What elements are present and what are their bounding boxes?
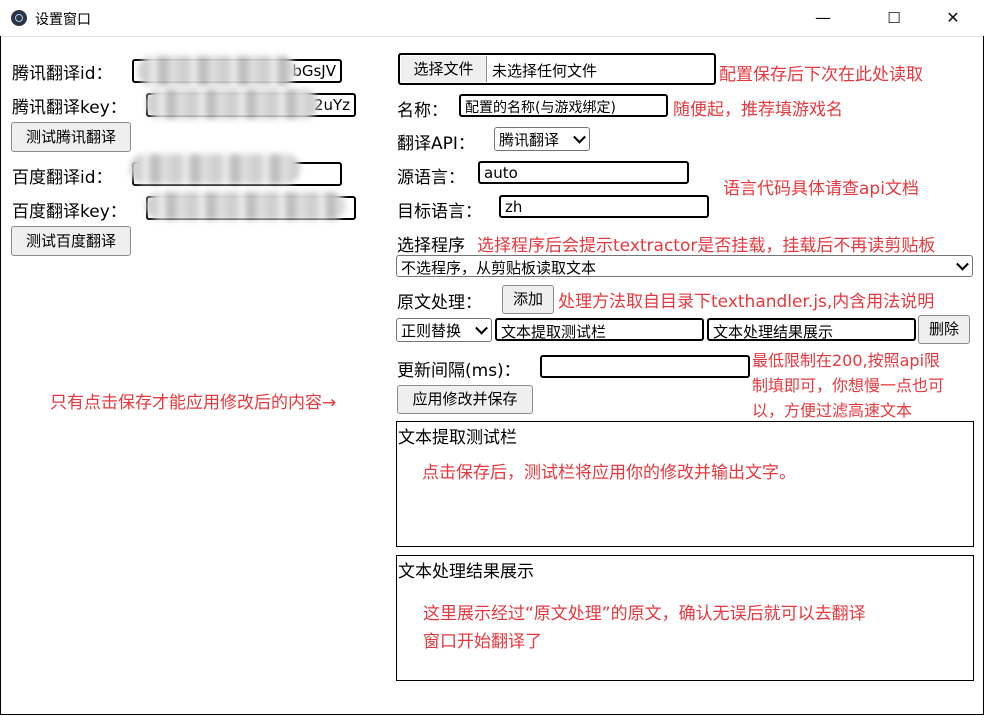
test-output-area[interactable]: 文本提取测试栏 点击保存后，测试栏将应用你的修改并输出文字。 bbox=[396, 421, 974, 547]
result-area-note-line-2: 窗口开始翻译了 bbox=[423, 632, 542, 652]
apply-save-button[interactable]: 应用修改并保存 bbox=[397, 385, 533, 414]
name-note: 随便起，推荐填游戏名 bbox=[673, 100, 843, 120]
close-button[interactable]: ✕ bbox=[930, 0, 976, 36]
test-tencent-button[interactable]: 测试腾讯翻译 bbox=[11, 122, 131, 152]
chevron-down-icon bbox=[475, 321, 488, 335]
redaction-blur bbox=[138, 56, 296, 86]
file-status: 未选择任何文件 bbox=[492, 62, 598, 80]
interval-label: 更新间隔(ms)： bbox=[397, 361, 521, 381]
baidu-id-label: 百度翻译id： bbox=[12, 168, 113, 188]
interval-note-line-1: 最低限制在200,按照api限 bbox=[752, 351, 941, 370]
tencent-key-value: 2uYz bbox=[313, 96, 350, 114]
test-area-title: 文本提取测试栏 bbox=[398, 428, 517, 448]
choose-file-button[interactable]: 选择文件 bbox=[401, 56, 487, 82]
redaction-blur bbox=[146, 192, 346, 220]
target-lang-input[interactable]: zh bbox=[499, 195, 709, 218]
lang-note: 语言代码具体请查api文档 bbox=[723, 179, 919, 199]
interval-note-line-2: 制填即可，你想慢一点也可 bbox=[752, 376, 945, 395]
interval-input[interactable] bbox=[540, 355, 750, 378]
chevron-down-icon bbox=[573, 130, 586, 144]
redaction-blur bbox=[146, 89, 318, 119]
processing-field-2[interactable]: 文本处理结果展示 bbox=[707, 318, 916, 341]
delete-processing-button[interactable]: 删除 bbox=[918, 315, 970, 344]
api-selected: 腾讯翻译 bbox=[499, 131, 560, 149]
api-label: 翻译API： bbox=[397, 134, 475, 154]
tencent-key-label: 腾讯翻译key： bbox=[12, 98, 127, 118]
tencent-id-value: bGsJV bbox=[292, 62, 336, 80]
maximize-button[interactable]: ☐ bbox=[871, 0, 917, 36]
minimize-button[interactable]: — bbox=[800, 0, 846, 36]
processing-note: 处理方法取自目录下texthandler.js,内含用法说明 bbox=[558, 292, 935, 312]
save-note: 只有点击保存才能应用修改后的内容→ bbox=[50, 393, 337, 413]
config-name-input[interactable]: 配置的名称(与游戏绑定) bbox=[459, 94, 668, 117]
baidu-key-label: 百度翻译key： bbox=[12, 202, 127, 222]
source-lang-input[interactable]: auto bbox=[478, 161, 689, 184]
test-area-note: 点击保存后，测试栏将应用你的修改并输出文字。 bbox=[422, 463, 796, 483]
tencent-id-label: 腾讯翻译id： bbox=[12, 64, 113, 84]
result-area-title: 文本处理结果展示 bbox=[398, 562, 534, 582]
processing-method-selected: 正则替换 bbox=[401, 322, 462, 340]
interval-note-line-3: 以，方便过滤高速文本 bbox=[752, 401, 913, 420]
chevron-down-icon bbox=[956, 257, 969, 271]
processing-field-1[interactable]: 文本提取测试栏 bbox=[495, 318, 704, 341]
processing-label: 原文处理： bbox=[397, 293, 482, 313]
program-select[interactable]: 不选程序，从剪贴板读取文本 bbox=[396, 255, 973, 277]
result-area-note-line-1: 这里展示经过“原文处理”的原文，确认无误后就可以去翻译 bbox=[423, 604, 866, 624]
file-chooser[interactable]: 选择文件 未选择任何文件 bbox=[398, 53, 716, 85]
title-bar: 设置窗口 — ☐ ✕ bbox=[0, 0, 984, 37]
api-select[interactable]: 腾讯翻译 bbox=[494, 127, 590, 151]
redaction-blur bbox=[130, 154, 300, 184]
add-processing-button[interactable]: 添加 bbox=[502, 285, 554, 314]
app-icon bbox=[11, 10, 27, 26]
program-selected: 不选程序，从剪贴板读取文本 bbox=[401, 259, 597, 277]
source-lang-label: 源语言： bbox=[397, 168, 465, 188]
test-baidu-button[interactable]: 测试百度翻译 bbox=[11, 226, 131, 256]
program-label: 选择程序 bbox=[397, 236, 465, 256]
file-note: 配置保存后下次在此处读取 bbox=[719, 65, 923, 85]
program-note: 选择程序后会提示textractor是否挂载，挂载后不再读剪贴板 bbox=[477, 236, 936, 256]
name-label: 名称： bbox=[397, 101, 448, 121]
target-lang-label: 目标语言： bbox=[397, 202, 482, 222]
result-output-area[interactable]: 文本处理结果展示 这里展示经过“原文处理”的原文，确认无误后就可以去翻译 窗口开… bbox=[396, 555, 974, 681]
processing-method-select[interactable]: 正则替换 bbox=[396, 318, 492, 342]
window-title: 设置窗口 bbox=[35, 12, 91, 28]
